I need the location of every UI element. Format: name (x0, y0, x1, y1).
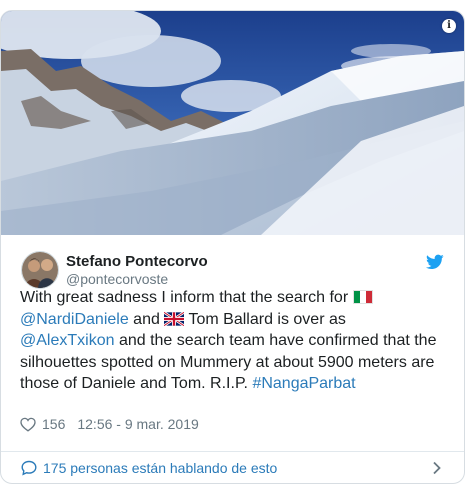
embedded-tweet-card: i Stefano Pontecorvo @pontecorvoste 175 … (0, 10, 465, 484)
replies-link[interactable]: 175 personas están hablando de esto (43, 460, 277, 476)
tweet-photo[interactable]: i (1, 11, 464, 235)
timestamp[interactable]: 12:56 - 9 mar. 2019 (77, 416, 198, 432)
author-handle[interactable]: @pontecorvoste (66, 271, 168, 287)
heart-icon[interactable] (20, 417, 36, 432)
like-count[interactable]: 156 (42, 416, 65, 432)
uk-flag-icon (164, 311, 185, 326)
mountain-photo (1, 11, 464, 235)
tweet-text: With great sadness I inform that the sea… (20, 287, 445, 395)
replies-footer[interactable]: 175 personas están hablando de esto (1, 452, 464, 483)
speech-bubble-icon (21, 460, 37, 476)
mention-link[interactable]: @AlexTxikon (20, 332, 115, 349)
tweet-text-part: With great sadness I inform that the sea… (20, 289, 353, 306)
avatar[interactable] (21, 251, 59, 289)
author-name[interactable]: Stefano Pontecorvo (66, 253, 208, 270)
tweet-text-part: Tom Ballard is over as (184, 310, 346, 328)
info-icon[interactable]: i (442, 19, 456, 33)
tweet-text-part: and (128, 310, 165, 328)
twitter-bird-icon[interactable] (426, 254, 444, 270)
italy-flag-icon (352, 290, 373, 304)
mention-link[interactable]: @NardiDaniele (20, 311, 129, 328)
tweet-meta: 156 12:56 - 9 mar. 2019 (20, 416, 199, 432)
chevron-right-icon[interactable] (432, 461, 442, 475)
tweet-header: Stefano Pontecorvo @pontecorvoste (1, 235, 464, 289)
hashtag-link[interactable]: #NangaParbat (252, 375, 355, 392)
